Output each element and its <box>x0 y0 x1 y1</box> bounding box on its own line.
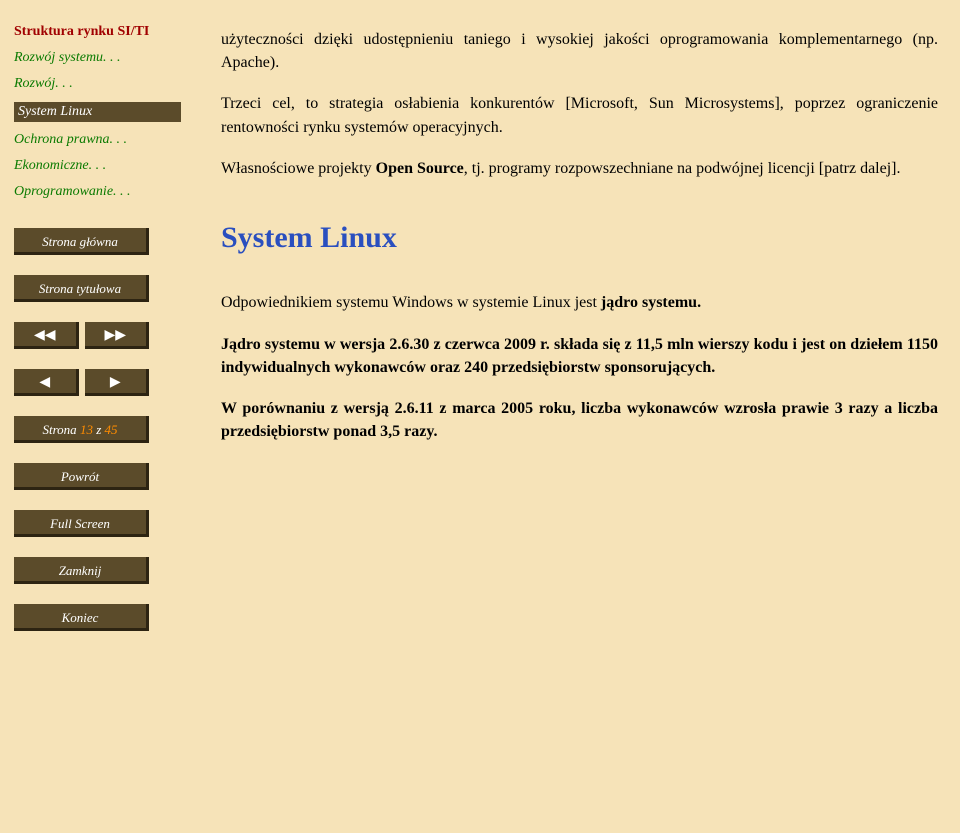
controls: Strona główna Strona tytułowa ◀◀ ▶▶ ◀ ▶ … <box>14 228 181 631</box>
p3-text-a: Własnościowe projekty <box>221 160 376 177</box>
p6-strong: W porównaniu z wersją 2.6.11 z marca 200… <box>221 400 938 440</box>
toc-item-system-linux[interactable]: System Linux <box>14 102 181 122</box>
home-button[interactable]: Strona główna <box>14 228 149 255</box>
paragraph-2: Trzeci cel, to strategia osłabienia konk… <box>221 92 938 138</box>
toc-item-struktura[interactable]: Struktura rynku SI/TI <box>14 24 181 40</box>
toc-item-rozwoj-systemu[interactable]: Rozwój systemu. . . <box>14 50 181 66</box>
paragraph-1: użyteczności dzięki udostępnieniu tanieg… <box>221 28 938 74</box>
paragraph-5: Jądro systemu w wersja 2.6.30 z czerwca … <box>221 333 938 379</box>
close-button[interactable]: Zamknij <box>14 557 149 584</box>
section-heading: System Linux <box>221 216 938 260</box>
toc-item-oprogramowanie[interactable]: Oprogramowanie. . . <box>14 184 181 200</box>
sidebar: Struktura rynku SI/TI Rozwój systemu. . … <box>0 0 195 833</box>
toc-item-rozwoj[interactable]: Rozwój. . . <box>14 76 181 92</box>
page: Struktura rynku SI/TI Rozwój systemu. . … <box>0 0 960 833</box>
page-counter-pre: Strona <box>42 422 79 437</box>
prev-fast-button[interactable]: ◀◀ <box>14 322 79 349</box>
page-counter-button[interactable]: Strona 13 z 45 <box>14 416 149 443</box>
paragraph-6: W porównaniu z wersją 2.6.11 z marca 200… <box>221 397 938 443</box>
toc-item-ekonomiczne[interactable]: Ekonomiczne. . . <box>14 158 181 174</box>
page-counter-mid: z <box>93 422 105 437</box>
next-fast-button[interactable]: ▶▶ <box>85 322 150 349</box>
main-content: użyteczności dzięki udostępnieniu tanieg… <box>195 0 960 833</box>
paragraph-4: Odpowiednikiem systemu Windows w systemi… <box>221 291 938 314</box>
page-counter-total: 45 <box>105 422 118 437</box>
end-button[interactable]: Koniec <box>14 604 149 631</box>
p3-text-c: , tj. programy rozpowszechniane na podwó… <box>464 160 901 177</box>
paragraph-3: Własnościowe projekty Open Source, tj. p… <box>221 157 938 180</box>
prev-button[interactable]: ◀ <box>14 369 79 396</box>
p4-text-a: Odpowiednikiem systemu Windows w systemi… <box>221 294 601 311</box>
toc-item-ochrona[interactable]: Ochrona prawna. . . <box>14 132 181 148</box>
p5-strong-a: Jądro systemu w wersja 2.6.30 z czerwca … <box>221 336 550 353</box>
nav-row: ◀ ▶ <box>14 369 149 396</box>
back-button[interactable]: Powrót <box>14 463 149 490</box>
p3-strong: Open Source <box>376 160 464 177</box>
fullscreen-button[interactable]: Full Screen <box>14 510 149 537</box>
next-button[interactable]: ▶ <box>85 369 150 396</box>
title-page-button[interactable]: Strona tytułowa <box>14 275 149 302</box>
p4-strong: jądro systemu. <box>601 294 701 311</box>
toc: Struktura rynku SI/TI Rozwój systemu. . … <box>14 24 181 200</box>
page-counter-current: 13 <box>80 422 93 437</box>
nav-fast-row: ◀◀ ▶▶ <box>14 322 149 349</box>
